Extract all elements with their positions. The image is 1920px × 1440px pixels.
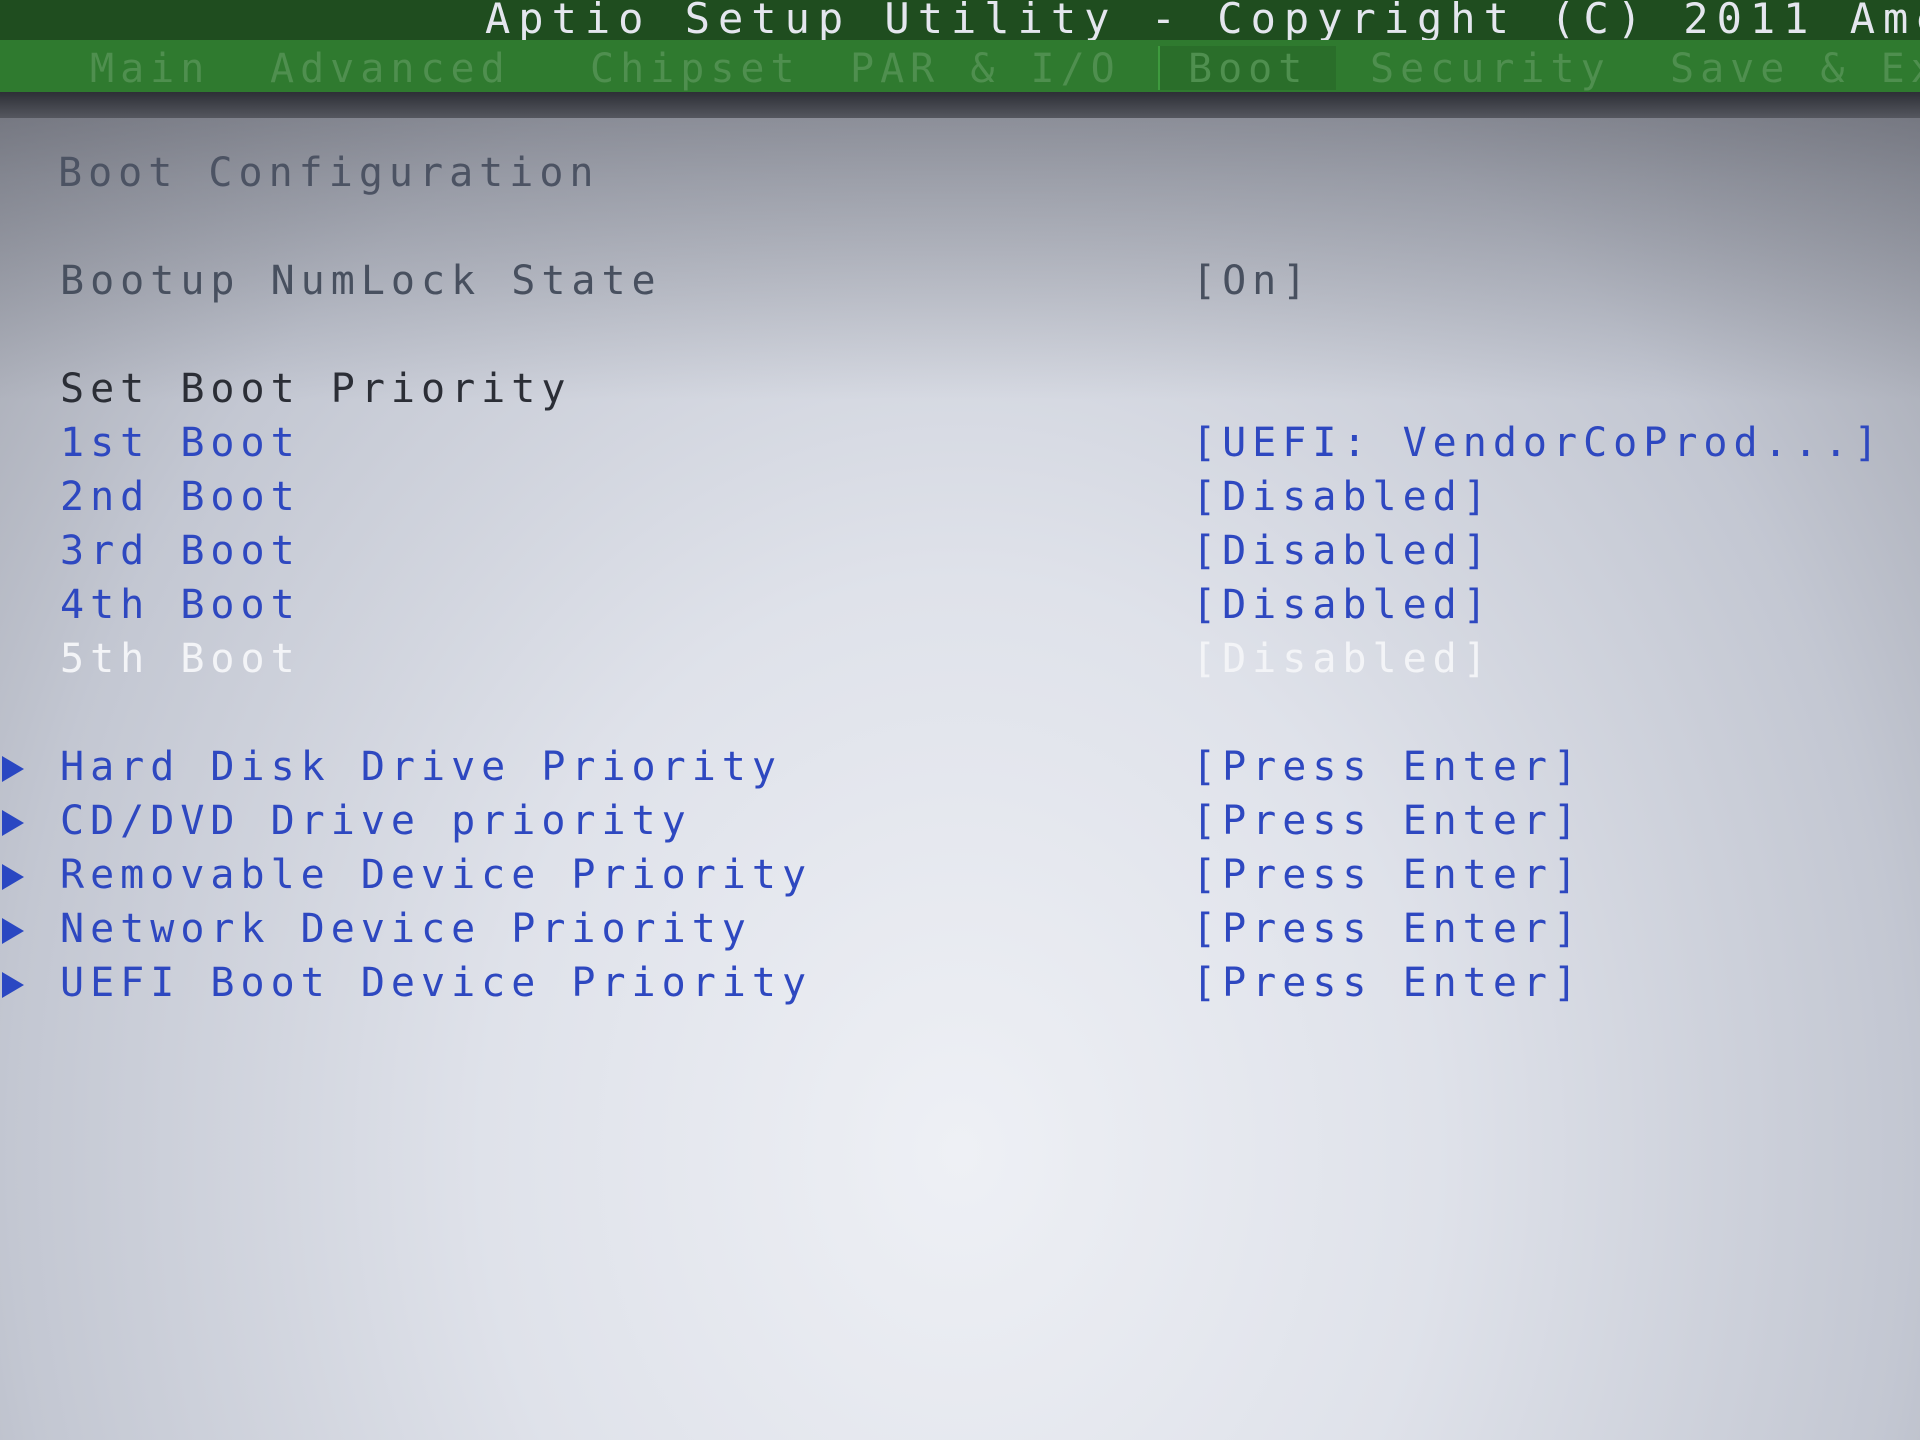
boot-option-label: 4th Boot (60, 582, 301, 628)
boot-option-row-1[interactable]: 1st Boot [UEFI: VendorCoProd...] (0, 420, 1920, 472)
tab-security[interactable]: Security (1370, 46, 1611, 92)
header-divider (0, 92, 1920, 118)
submenu-cd-dvd-priority[interactable]: CD/DVD Drive priority [Press Enter] (0, 798, 1920, 850)
boot-option-label: 2nd Boot (60, 474, 301, 520)
bios-screen: Aptio Setup Utility - Copyright (C) 2011… (0, 0, 1920, 1440)
submenu-network-priority[interactable]: Network Device Priority [Press Enter] (0, 906, 1920, 958)
submenu-uefi-priority[interactable]: UEFI Boot Device Priority [Press Enter] (0, 960, 1920, 1012)
boot-priority-heading-row: Set Boot Priority (0, 366, 1920, 418)
submenu-removable-priority[interactable]: Removable Device Priority [Press Enter] (0, 852, 1920, 904)
boot-option-label: 3rd Boot (60, 528, 301, 574)
numlock-label: Bootup NumLock State (60, 258, 662, 304)
submenu-arrow-icon (2, 972, 24, 998)
numlock-value[interactable]: [On] (1192, 258, 1312, 304)
tab-chipset[interactable]: Chipset (590, 46, 801, 92)
submenu-hard-disk-priority[interactable]: Hard Disk Drive Priority [Press Enter] (0, 744, 1920, 796)
submenu-label: Network Device Priority (60, 906, 752, 952)
boot-option-value[interactable]: [Disabled] (1192, 636, 1493, 682)
numlock-row[interactable]: Bootup NumLock State [On] (0, 258, 1920, 310)
submenu-value[interactable]: [Press Enter] (1192, 798, 1583, 844)
submenu-value[interactable]: [Press Enter] (1192, 960, 1583, 1006)
menu-tab-bar: Main Advanced Chipset PAR & I/O Boot Sec… (0, 40, 1920, 92)
submenu-value[interactable]: [Press Enter] (1192, 852, 1583, 898)
submenu-label: UEFI Boot Device Priority (60, 960, 813, 1006)
tab-save-exit[interactable]: Save & Ex (1670, 46, 1920, 92)
tab-par-io[interactable]: PAR & I/O (850, 46, 1121, 92)
submenu-arrow-icon (2, 756, 24, 782)
boot-option-row-3[interactable]: 3rd Boot [Disabled] (0, 528, 1920, 580)
boot-option-label: 1st Boot (60, 420, 301, 466)
submenu-arrow-icon (2, 810, 24, 836)
boot-option-row-4[interactable]: 4th Boot [Disabled] (0, 582, 1920, 634)
boot-option-value[interactable]: [Disabled] (1192, 582, 1493, 628)
boot-option-value[interactable]: [Disabled] (1192, 474, 1493, 520)
section-title: Boot Configuration (58, 150, 600, 196)
submenu-label: Hard Disk Drive Priority (60, 744, 782, 790)
boot-priority-heading: Set Boot Priority (60, 366, 572, 412)
boot-option-row-5-selected[interactable]: 5th Boot [Disabled] (0, 636, 1920, 688)
tab-boot[interactable]: Boot (1158, 46, 1337, 92)
app-title: Aptio Setup Utility - Copyright (C) 2011… (485, 0, 1920, 43)
tab-main[interactable]: Main (90, 46, 210, 92)
boot-option-value[interactable]: [Disabled] (1192, 528, 1493, 574)
boot-option-label: 5th Boot (60, 636, 301, 682)
boot-option-row-2[interactable]: 2nd Boot [Disabled] (0, 474, 1920, 526)
submenu-value[interactable]: [Press Enter] (1192, 906, 1583, 952)
boot-option-value[interactable]: [UEFI: VendorCoProd...] (1192, 420, 1884, 466)
submenu-value[interactable]: [Press Enter] (1192, 744, 1583, 790)
title-bar: Aptio Setup Utility - Copyright (C) 2011… (0, 0, 1920, 43)
tab-advanced[interactable]: Advanced (270, 46, 511, 92)
submenu-label: Removable Device Priority (60, 852, 813, 898)
submenu-arrow-icon (2, 864, 24, 890)
submenu-arrow-icon (2, 918, 24, 944)
submenu-label: CD/DVD Drive priority (60, 798, 692, 844)
